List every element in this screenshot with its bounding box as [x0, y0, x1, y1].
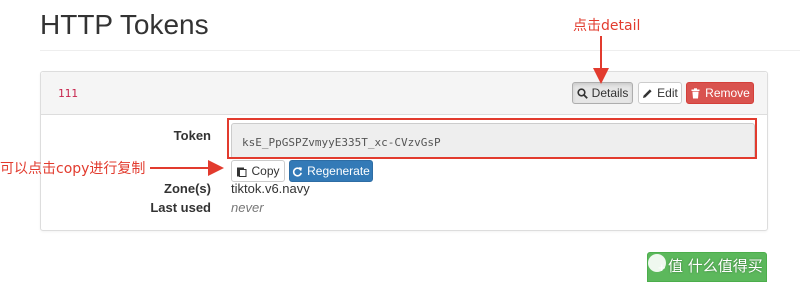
title-divider — [40, 50, 800, 51]
token-panel-heading: 111 Details Edit Remove — [41, 72, 767, 115]
remove-button-label: Remove — [705, 86, 750, 100]
watermark-logo-icon — [648, 254, 666, 272]
annotation-detail-hint: 点击detail — [573, 18, 641, 34]
token-panel: 111 Details Edit Remove Token ksE_PpGSPZ… — [40, 71, 768, 231]
watermark-text: 值 什么值得买 — [668, 257, 763, 275]
token-label: Token — [173, 128, 211, 143]
last-used-label: Last used — [150, 200, 211, 215]
regenerate-button[interactable]: Regenerate — [289, 160, 373, 182]
annotation-copy-hint: 可以点击copy进行复制 — [0, 161, 146, 177]
token-field[interactable]: ksE_PpGSPZvmyyE335T_xc-CVzvGsP — [231, 123, 755, 159]
remove-button[interactable]: Remove — [686, 82, 754, 104]
copy-button[interactable]: Copy — [231, 160, 285, 182]
last-used-value: never — [231, 200, 264, 215]
search-icon — [577, 87, 588, 99]
copy-button-label: Copy — [251, 164, 280, 178]
page-title: HTTP Tokens — [40, 9, 209, 40]
details-button-label: Details — [591, 86, 629, 100]
zones-value: tiktok.v6.navy — [231, 181, 310, 196]
refresh-icon — [292, 166, 303, 177]
edit-button[interactable]: Edit — [638, 82, 682, 104]
edit-button-label: Edit — [657, 86, 678, 100]
token-name: 111 — [58, 87, 78, 100]
trash-icon — [690, 87, 701, 99]
regenerate-button-label: Regenerate — [307, 164, 370, 178]
details-button[interactable]: Details — [572, 82, 633, 104]
pencil-icon — [642, 88, 653, 99]
clipboard-icon — [236, 166, 247, 177]
zones-label: Zone(s) — [164, 181, 211, 196]
